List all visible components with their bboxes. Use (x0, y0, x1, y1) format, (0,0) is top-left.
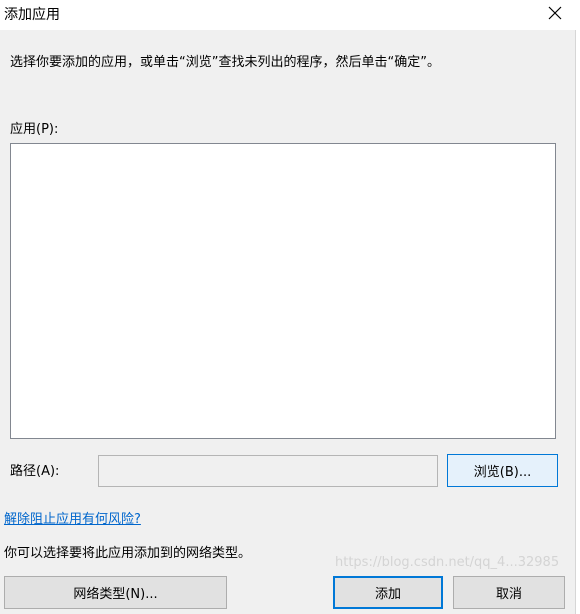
path-label: 路径(A): (10, 464, 60, 479)
path-input[interactable] (98, 455, 438, 487)
network-type-text: 你可以选择要将此应用添加到的网络类型。 (4, 546, 252, 561)
cancel-button[interactable]: 取消 (453, 576, 565, 609)
close-icon (548, 6, 562, 20)
apps-label: 应用(P): (10, 122, 59, 137)
instruction-text: 选择你要添加的应用，或单击“浏览”查找未列出的程序，然后单击“确定”。 (10, 55, 440, 70)
title-bar: 添加应用 (0, 0, 580, 30)
background-window-edge (575, 30, 580, 614)
add-button[interactable]: 添加 (333, 576, 443, 609)
network-type-button[interactable]: 网络类型(N)... (4, 576, 227, 609)
window-title: 添加应用 (4, 7, 60, 23)
risk-help-link[interactable]: 解除阻止应用有何风险? (4, 508, 141, 527)
close-button[interactable] (540, 0, 570, 26)
dialog-body: 选择你要添加的应用，或单击“浏览”查找未列出的程序，然后单击“确定”。 应用(P… (0, 30, 575, 614)
browse-button[interactable]: 浏览(B)... (447, 454, 558, 487)
apps-list[interactable] (10, 143, 556, 439)
